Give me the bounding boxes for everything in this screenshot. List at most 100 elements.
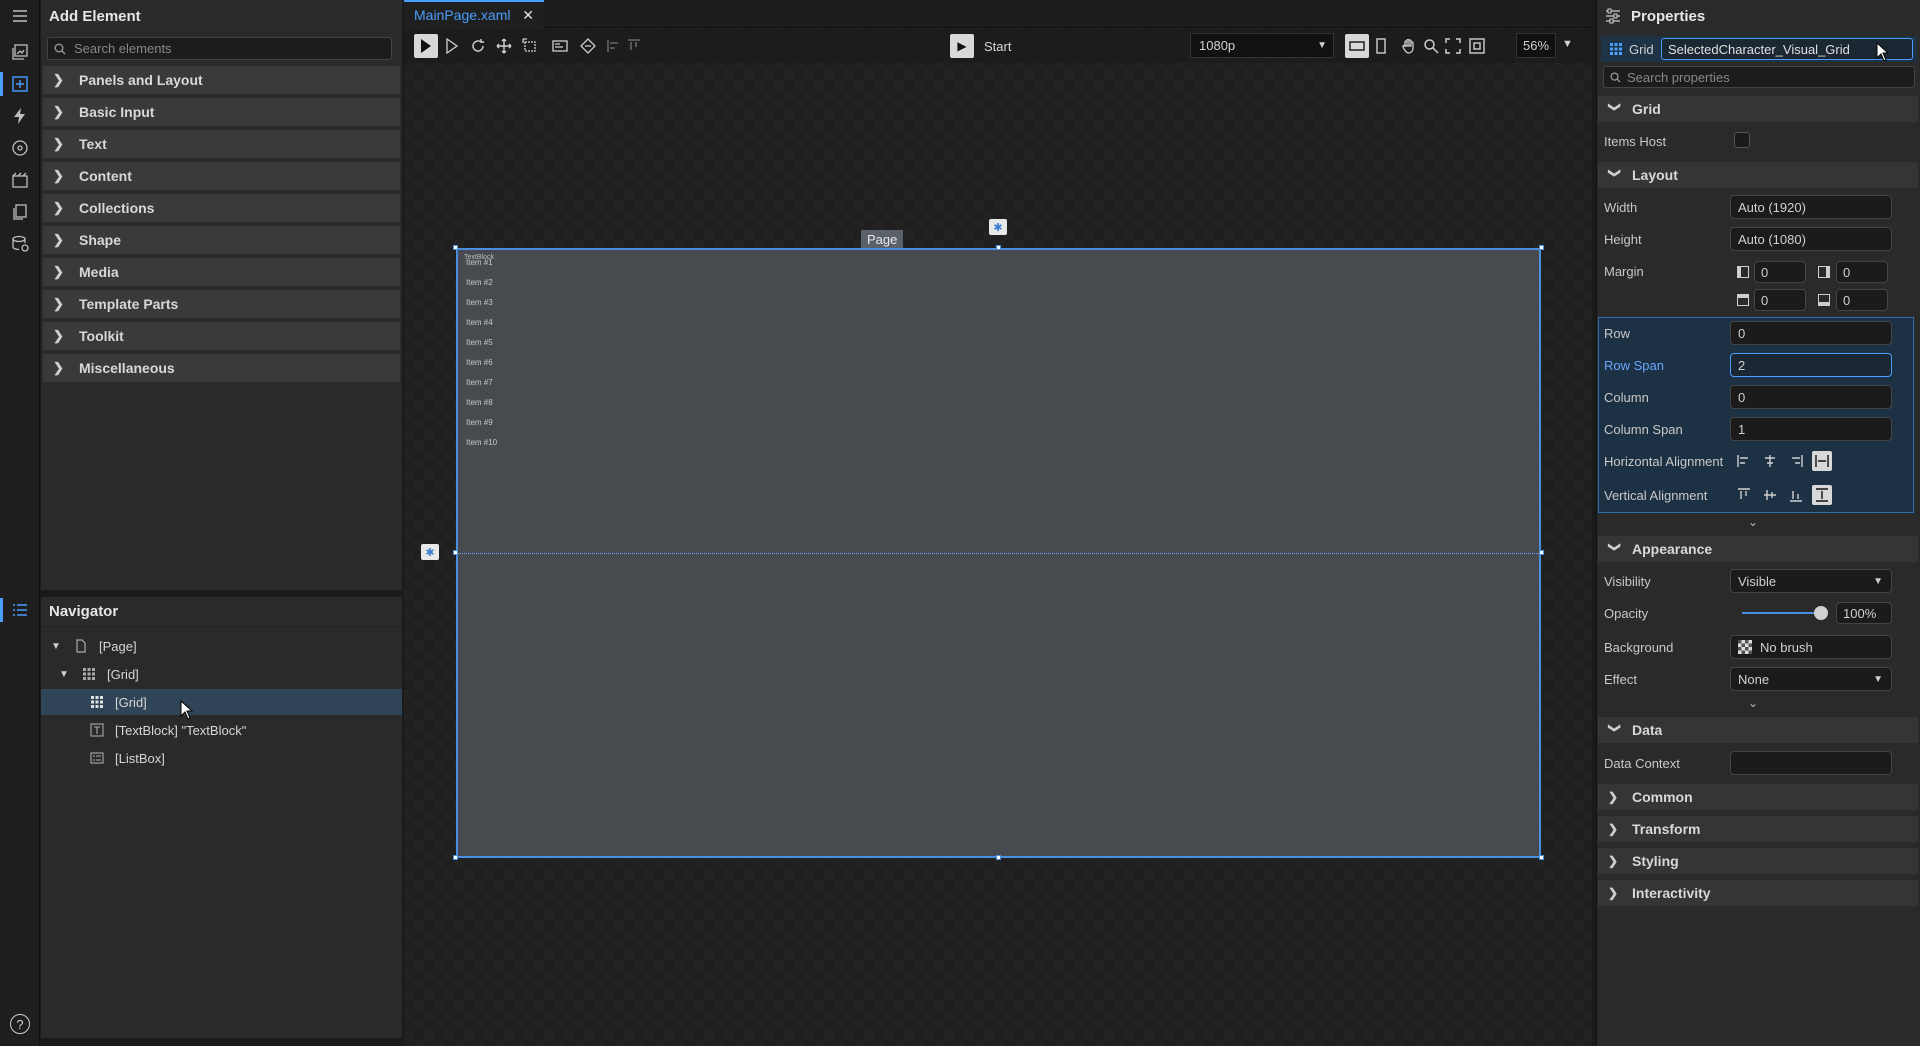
direct-select-tool-button[interactable] xyxy=(440,34,464,58)
chevron-right-icon: ❯ xyxy=(1608,854,1619,868)
snap-tool-button[interactable] xyxy=(576,34,600,58)
resize-handle[interactable] xyxy=(1539,245,1544,250)
category-toolkit[interactable]: ❯ Toolkit xyxy=(43,322,400,350)
hamburger-menu-icon[interactable] xyxy=(8,4,32,28)
category-media[interactable]: ❯ Media xyxy=(43,258,400,286)
category-text[interactable]: ❯ Text xyxy=(43,130,400,158)
background-brush-input[interactable]: No brush xyxy=(1730,635,1892,659)
resize-handle[interactable] xyxy=(996,855,1001,860)
zoom-level-input[interactable]: 56% xyxy=(1516,33,1556,58)
add-element-title: Add Element xyxy=(41,0,402,32)
items-host-checkbox[interactable] xyxy=(1734,132,1750,148)
category-shape[interactable]: ❯ Shape xyxy=(43,226,400,254)
visibility-select[interactable]: Visible ▼ xyxy=(1730,569,1892,593)
margin-right-input[interactable]: 0 xyxy=(1836,261,1888,283)
margin-left-input[interactable]: 0 xyxy=(1754,261,1806,283)
resources-icon[interactable] xyxy=(8,200,32,224)
add-row-star-icon[interactable]: ✱ xyxy=(421,544,439,560)
expand-more-icon[interactable]: ⌄ xyxy=(1748,515,1758,529)
align-bottom-icon[interactable] xyxy=(1786,485,1806,505)
pan-hand-icon[interactable] xyxy=(1397,34,1421,58)
category-content[interactable]: ❯ Content xyxy=(43,162,400,190)
section-common[interactable]: ❯ Common xyxy=(1598,784,1918,810)
align-stretch-vertical-icon[interactable] xyxy=(1812,485,1832,505)
column-span-input[interactable]: 1 xyxy=(1730,417,1892,441)
row-span-input[interactable]: 2 xyxy=(1730,353,1892,377)
width-input[interactable]: Auto (1920) xyxy=(1730,195,1892,219)
align-center-icon[interactable] xyxy=(1760,451,1780,471)
palette-icon[interactable] xyxy=(8,136,32,160)
opacity-slider-thumb[interactable] xyxy=(1814,606,1828,620)
section-appearance[interactable]: ❯ Appearance xyxy=(1598,536,1918,562)
resize-handle[interactable] xyxy=(1539,855,1544,860)
resize-handle[interactable] xyxy=(453,245,458,250)
column-input[interactable]: 0 xyxy=(1730,385,1892,409)
select-tool-button[interactable] xyxy=(414,34,438,58)
row-divider[interactable] xyxy=(458,553,1539,554)
category-panels-and-layout[interactable]: ❯ Panels and Layout xyxy=(43,66,400,94)
resolution-select[interactable]: 1080p ▼ xyxy=(1190,33,1334,58)
tree-item-grid-selected[interactable]: [Grid] xyxy=(41,689,402,715)
transform-tool-button[interactable] xyxy=(518,34,542,58)
category-basic-input[interactable]: ❯ Basic Input xyxy=(43,98,400,126)
align-top-icon[interactable] xyxy=(1734,485,1754,505)
add-column-star-icon[interactable]: ✱ xyxy=(989,219,1007,235)
opacity-input[interactable]: 100% xyxy=(1836,602,1892,624)
fit-screen-icon[interactable] xyxy=(1441,34,1465,58)
align-middle-icon[interactable] xyxy=(1760,485,1780,505)
resize-handle[interactable] xyxy=(453,855,458,860)
height-input[interactable]: Auto (1080) xyxy=(1730,227,1892,251)
row-input[interactable]: 0 xyxy=(1730,321,1892,345)
effect-label: Effect xyxy=(1604,672,1638,687)
zoom-search-icon[interactable] xyxy=(1419,34,1443,58)
margin-top-input[interactable]: 0 xyxy=(1754,289,1806,311)
help-icon[interactable]: ? xyxy=(10,1014,30,1034)
section-transform[interactable]: ❯ Transform xyxy=(1598,816,1918,842)
data-context-input[interactable] xyxy=(1730,751,1892,775)
tab-mainpage[interactable]: MainPage.xaml ✕ xyxy=(404,0,544,28)
search-properties-input[interactable]: Search properties xyxy=(1603,66,1915,88)
expand-arrow-icon[interactable]: ▼ xyxy=(59,669,71,680)
layout-tool-button[interactable] xyxy=(548,34,572,58)
opacity-slider-track[interactable] xyxy=(1742,612,1820,614)
align-stretch-horizontal-icon[interactable] xyxy=(1812,451,1832,471)
tree-item-listbox[interactable]: [ListBox] xyxy=(41,745,402,771)
section-layout[interactable]: ❯ Layout xyxy=(1598,162,1918,188)
page-canvas[interactable]: TextBlock Item #1 Item #2 Item #3 Item #… xyxy=(456,248,1541,858)
resize-handle[interactable] xyxy=(1539,550,1544,555)
database-icon[interactable] xyxy=(8,232,32,256)
animation-icon[interactable] xyxy=(8,168,32,192)
navigator-list-icon[interactable] xyxy=(8,598,32,622)
section-interactivity[interactable]: ❯ Interactivity xyxy=(1598,880,1918,906)
category-miscellaneous[interactable]: ❯ Miscellaneous xyxy=(43,354,400,382)
start-button[interactable]: ▶ Start xyxy=(950,34,1011,58)
category-collections[interactable]: ❯ Collections xyxy=(43,194,400,222)
add-element-icon[interactable] xyxy=(8,72,32,96)
tree-item-page[interactable]: ▼ [Page] xyxy=(41,633,402,659)
search-elements-input[interactable]: Search elements xyxy=(47,37,392,60)
effect-select[interactable]: None ▼ xyxy=(1730,667,1892,691)
resize-handle[interactable] xyxy=(453,550,458,555)
fit-selection-icon[interactable] xyxy=(1465,34,1489,58)
move-tool-button[interactable] xyxy=(492,34,516,58)
expand-more-icon[interactable]: ⌄ xyxy=(1748,696,1758,710)
section-grid[interactable]: ❯ Grid xyxy=(1598,96,1918,122)
rotate-tool-button[interactable] xyxy=(466,34,490,58)
tree-item-grid-root[interactable]: ▼ [Grid] xyxy=(41,661,402,687)
zoom-dropdown-icon[interactable]: ▼ xyxy=(1562,38,1573,50)
margin-bottom-input[interactable]: 0 xyxy=(1836,289,1888,311)
align-right-icon[interactable] xyxy=(1786,451,1806,471)
resize-handle[interactable] xyxy=(996,245,1001,250)
category-template-parts[interactable]: ❯ Template Parts xyxy=(43,290,400,318)
close-icon[interactable]: ✕ xyxy=(522,7,534,24)
landscape-button[interactable] xyxy=(1345,34,1369,58)
section-styling[interactable]: ❯ Styling xyxy=(1598,848,1918,874)
align-top-tool-button[interactable] xyxy=(622,34,646,58)
section-data[interactable]: ❯ Data xyxy=(1598,717,1918,743)
lightning-icon[interactable] xyxy=(8,104,32,128)
assets-icon[interactable] xyxy=(8,40,32,64)
tree-item-textblock[interactable]: [TextBlock] "TextBlock" xyxy=(41,717,402,743)
expand-arrow-icon[interactable]: ▼ xyxy=(51,641,63,652)
portrait-button[interactable] xyxy=(1369,34,1393,58)
align-left-icon[interactable] xyxy=(1734,451,1754,471)
